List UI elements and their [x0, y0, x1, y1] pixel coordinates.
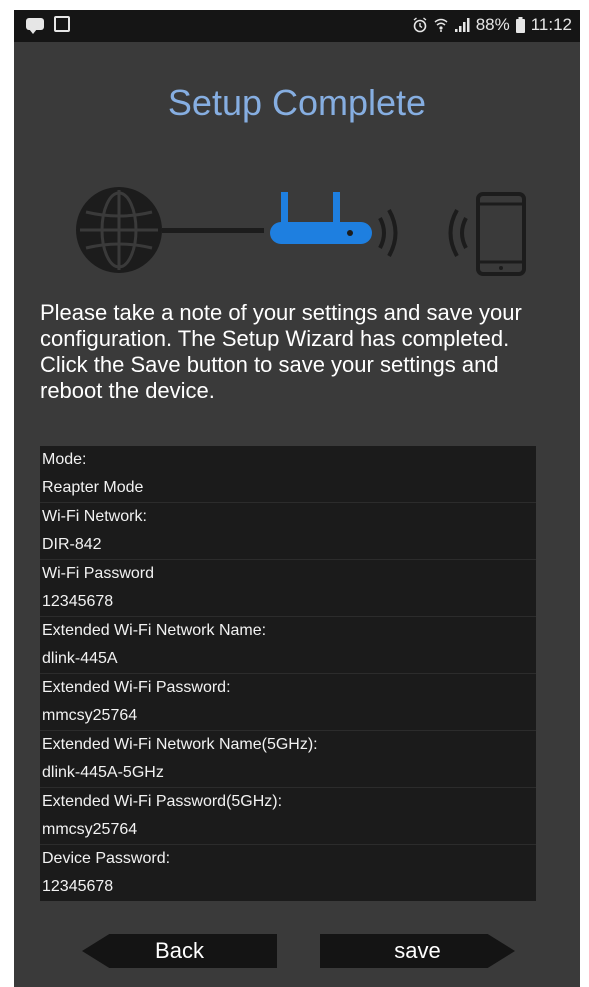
app-screen: 88% 11:12 Setup Complete Please take a n…	[14, 10, 580, 987]
connection-diagram	[76, 187, 526, 276]
battery-icon	[515, 17, 525, 33]
setting-device-password: Device Password: 12345678	[40, 844, 536, 901]
setting-label: Wi-Fi Password	[42, 565, 155, 582]
setting-value: mmcsy25764	[42, 707, 138, 724]
signal-icon	[454, 17, 470, 32]
save-button[interactable]: save	[320, 934, 515, 968]
setting-extended-password-5ghz: Extended Wi-Fi Password(5GHz): mmcsy2576…	[40, 787, 536, 844]
battery-percent: 88%	[475, 15, 510, 34]
setting-wifi-password: Wi-Fi Password 12345678	[40, 559, 536, 616]
connection-line	[162, 228, 264, 233]
setting-label: Extended Wi-Fi Password:	[42, 679, 231, 696]
smartphone-icon	[476, 192, 526, 276]
setting-extended-network-name: Extended Wi-Fi Network Name: dlink-445A	[40, 616, 536, 673]
setting-label: Extended Wi-Fi Password(5GHz):	[42, 793, 283, 810]
setting-value: Reapter Mode	[42, 479, 144, 496]
setting-value: 12345678	[42, 593, 114, 610]
setting-value: 12345678	[42, 878, 114, 895]
setting-label: Wi-Fi Network:	[42, 508, 147, 525]
setting-wifi-network: Wi-Fi Network: DIR-842	[40, 502, 536, 559]
status-bar: 88% 11:12	[14, 10, 580, 42]
setting-mode: Mode: Reapter Mode	[40, 446, 536, 502]
setting-label: Extended Wi-Fi Network Name:	[42, 622, 267, 639]
globe-icon	[76, 187, 162, 273]
setting-extended-password: Extended Wi-Fi Password: mmcsy25764	[40, 673, 536, 730]
setting-label: Mode:	[42, 451, 87, 468]
page-title: Setup Complete	[167, 82, 427, 123]
setting-value: mmcsy25764	[42, 821, 138, 838]
message-icon	[26, 18, 44, 34]
setup-description: Please take a note of your settings and …	[40, 300, 522, 403]
setting-label: Device Password:	[42, 850, 171, 867]
phone-signal-icon	[448, 209, 468, 257]
setting-value: DIR-842	[42, 536, 102, 553]
back-button[interactable]: Back	[82, 934, 277, 968]
setting-value: dlink-445A-5GHz	[42, 764, 164, 781]
wifi-icon	[434, 18, 448, 32]
setting-value: dlink-445A	[42, 650, 118, 667]
router-icon	[270, 192, 372, 244]
image-icon	[54, 16, 70, 32]
alarm-icon	[413, 17, 427, 33]
setting-label: Extended Wi-Fi Network Name(5GHz):	[42, 736, 318, 753]
router-signal-icon	[378, 209, 398, 257]
settings-summary: Mode: Reapter Mode Wi-Fi Network: DIR-84…	[40, 446, 536, 901]
clock: 11:12	[530, 15, 572, 34]
setting-extended-network-name-5ghz: Extended Wi-Fi Network Name(5GHz): dlink…	[40, 730, 536, 787]
